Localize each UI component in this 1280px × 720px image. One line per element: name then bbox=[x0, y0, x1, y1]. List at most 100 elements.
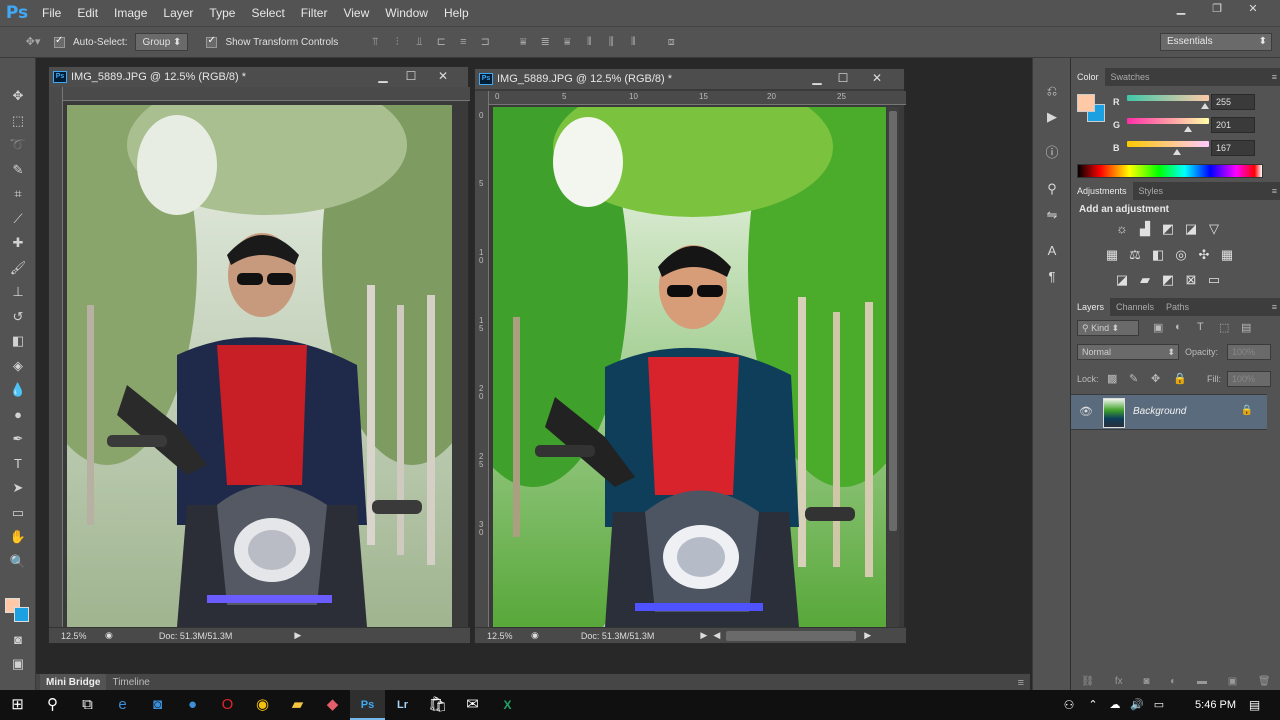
channel-b-knob[interactable] bbox=[1173, 149, 1181, 155]
clone-stamp-tool-icon[interactable]: ⊥ bbox=[0, 280, 36, 305]
align-right-icon[interactable]: ⊐ bbox=[478, 35, 492, 49]
link-layers-icon[interactable]: ⛓ bbox=[1081, 676, 1094, 690]
workspace-dropdown[interactable]: Essentials ⬍ bbox=[1160, 33, 1272, 51]
background-color-swatch[interactable] bbox=[14, 607, 29, 622]
zoom-level[interactable]: 12.5% bbox=[61, 631, 101, 641]
layer-name[interactable]: Background bbox=[1133, 406, 1186, 417]
store-icon[interactable]: 🛍 bbox=[420, 690, 455, 720]
layer-style-icon[interactable]: fx bbox=[1115, 676, 1123, 690]
layer-mask-icon[interactable]: ◙ bbox=[1143, 676, 1149, 690]
doc-close-button[interactable]: ✕ bbox=[427, 68, 459, 84]
photoshop-taskbar-icon[interactable]: Ps bbox=[350, 690, 385, 720]
lock-all-icon[interactable]: 🔒 bbox=[1173, 372, 1187, 385]
curves-icon[interactable]: ◩ bbox=[1159, 220, 1177, 238]
new-adjustment-layer-icon[interactable]: ◐ bbox=[1170, 676, 1176, 690]
align-top-icon[interactable]: ⫪ bbox=[368, 35, 382, 49]
blend-mode-dropdown[interactable]: Normal ⬍ bbox=[1077, 344, 1179, 360]
panel-menu-icon[interactable]: ≡ bbox=[1272, 302, 1277, 312]
scroll-left-arrow-icon[interactable]: ◀ bbox=[713, 630, 720, 641]
vibrance-icon[interactable]: ▽ bbox=[1205, 220, 1223, 238]
panel-menu-icon[interactable]: ≡ bbox=[1272, 186, 1277, 196]
status-menu-arrow-icon[interactable]: ▶ bbox=[700, 630, 707, 641]
brush-tool-icon[interactable]: 🖌 bbox=[0, 256, 36, 281]
volume-icon[interactable]: 🔊 bbox=[1126, 690, 1148, 720]
excel-icon[interactable]: X bbox=[490, 690, 525, 720]
invert-icon[interactable]: ◪ bbox=[1113, 271, 1131, 289]
opacity-field[interactable]: 100% bbox=[1227, 344, 1271, 360]
doc-maximize-button[interactable]: ☐ bbox=[827, 70, 859, 86]
auto-align-icon[interactable]: ⧈ bbox=[664, 35, 678, 49]
panel-menu-icon[interactable]: ≡ bbox=[1018, 677, 1024, 689]
status-info-icon[interactable]: ◉ bbox=[105, 630, 113, 641]
doc-maximize-button[interactable]: ☐ bbox=[395, 68, 427, 84]
threshold-icon[interactable]: ◩ bbox=[1159, 271, 1177, 289]
menu-help[interactable]: Help bbox=[436, 6, 477, 20]
canvas-original-photo[interactable] bbox=[67, 105, 452, 627]
align-vcenter-icon[interactable]: ⫶ bbox=[390, 35, 404, 49]
new-group-icon[interactable]: ▬ bbox=[1197, 676, 1207, 690]
color-balance-icon[interactable]: ⚖ bbox=[1126, 246, 1144, 264]
status-menu-arrow-icon[interactable]: ▶ bbox=[294, 630, 301, 641]
distribute-right-icon[interactable]: ⫴ bbox=[626, 35, 640, 49]
menu-select[interactable]: Select bbox=[243, 6, 292, 20]
panel-menu-icon[interactable]: ≡ bbox=[1272, 72, 1277, 82]
menu-file[interactable]: File bbox=[34, 6, 69, 20]
lock-image-icon[interactable]: ✎ bbox=[1129, 372, 1138, 385]
clone-source-icon[interactable]: ⇋ bbox=[1033, 202, 1071, 228]
channel-b-slider[interactable] bbox=[1127, 141, 1209, 147]
tab-adjustments[interactable]: Adjustments bbox=[1071, 182, 1133, 200]
filter-pixel-icon[interactable]: ▣ bbox=[1153, 321, 1163, 334]
lock-position-icon[interactable]: ✥ bbox=[1151, 372, 1160, 385]
black-white-icon[interactable]: ◧ bbox=[1149, 246, 1167, 264]
delete-layer-icon[interactable]: 🗑 bbox=[1258, 676, 1271, 690]
lasso-tool-icon[interactable]: ➰ bbox=[0, 133, 36, 158]
menu-window[interactable]: Window bbox=[377, 6, 436, 20]
tab-timeline[interactable]: Timeline bbox=[106, 674, 155, 692]
color-lookup-icon[interactable]: ▦ bbox=[1218, 246, 1236, 264]
menu-image[interactable]: Image bbox=[106, 6, 155, 20]
history-brush-tool-icon[interactable]: ↺ bbox=[0, 305, 36, 330]
search-icon[interactable]: ⚲ bbox=[35, 690, 70, 720]
paint-bucket-tool-icon[interactable]: ◈ bbox=[0, 354, 36, 379]
healing-brush-tool-icon[interactable]: ✚ bbox=[0, 231, 36, 256]
hand-tool-icon[interactable]: ✋ bbox=[0, 525, 36, 550]
app-icon[interactable]: ◙ bbox=[140, 690, 175, 720]
transform-controls-checkbox[interactable] bbox=[206, 35, 218, 48]
channel-g-knob[interactable] bbox=[1184, 126, 1192, 132]
auto-select-checkbox[interactable] bbox=[54, 35, 65, 48]
network-icon[interactable]: ☁ bbox=[1104, 690, 1126, 720]
screen-mode-icon[interactable]: ▣ bbox=[0, 652, 36, 677]
align-hcenter-icon[interactable]: ≡ bbox=[456, 35, 470, 49]
posterize-icon[interactable]: ▰ bbox=[1136, 271, 1154, 289]
eyedropper-tool-icon[interactable]: ⟋ bbox=[0, 207, 36, 232]
channel-b-value[interactable]: 167 bbox=[1211, 140, 1255, 156]
actions-panel-icon[interactable]: ▶ bbox=[1033, 104, 1071, 130]
edge-browser-icon[interactable]: e bbox=[105, 690, 140, 720]
layer-row-background[interactable]: 👁 Background 🔒 bbox=[1071, 394, 1267, 430]
distribute-top-icon[interactable]: ⩸ bbox=[516, 35, 530, 49]
character-panel-icon[interactable]: A bbox=[1033, 238, 1071, 264]
windows-start-icon[interactable]: ⊞ bbox=[0, 690, 35, 720]
taskbar-clock[interactable]: 5:46 PM bbox=[1195, 690, 1236, 720]
photo-filter-icon[interactable]: ◎ bbox=[1172, 246, 1190, 264]
distribute-vcenter-icon[interactable]: ≣ bbox=[538, 35, 552, 49]
tab-swatches[interactable]: Swatches bbox=[1105, 68, 1156, 86]
crop-tool-icon[interactable]: ⌗ bbox=[0, 182, 36, 207]
tab-paths[interactable]: Paths bbox=[1160, 298, 1195, 316]
filter-shape-icon[interactable]: ⬚ bbox=[1219, 321, 1229, 334]
move-tool-preset-icon[interactable]: ✥▾ bbox=[20, 35, 46, 49]
document-titlebar[interactable]: Ps IMG_5889.JPG @ 12.5% (RGB/8) * ▁ ☐ ✕ bbox=[49, 67, 468, 87]
tab-mini-bridge[interactable]: Mini Bridge bbox=[40, 673, 107, 692]
auto-select-dropdown[interactable]: Group ⬍ bbox=[135, 33, 189, 51]
filter-smart-object-icon[interactable]: ▤ bbox=[1241, 321, 1251, 334]
menu-edit[interactable]: Edit bbox=[69, 6, 106, 20]
layer-filter-kind[interactable]: ⚲ Kind ⬍ bbox=[1077, 320, 1139, 336]
horizontal-scrollbar[interactable] bbox=[726, 630, 857, 641]
zoom-level[interactable]: 12.5% bbox=[487, 631, 527, 641]
quick-mask-icon[interactable]: ◙ bbox=[0, 628, 36, 653]
app-icon[interactable]: ◆ bbox=[315, 690, 350, 720]
move-tool-icon[interactable]: ✥ bbox=[0, 84, 36, 109]
scroll-right-arrow-icon[interactable]: ▶ bbox=[864, 630, 871, 641]
distribute-left-icon[interactable]: ⫴ bbox=[582, 35, 596, 49]
layer-visibility-eye-icon[interactable]: 👁 bbox=[1079, 405, 1093, 418]
